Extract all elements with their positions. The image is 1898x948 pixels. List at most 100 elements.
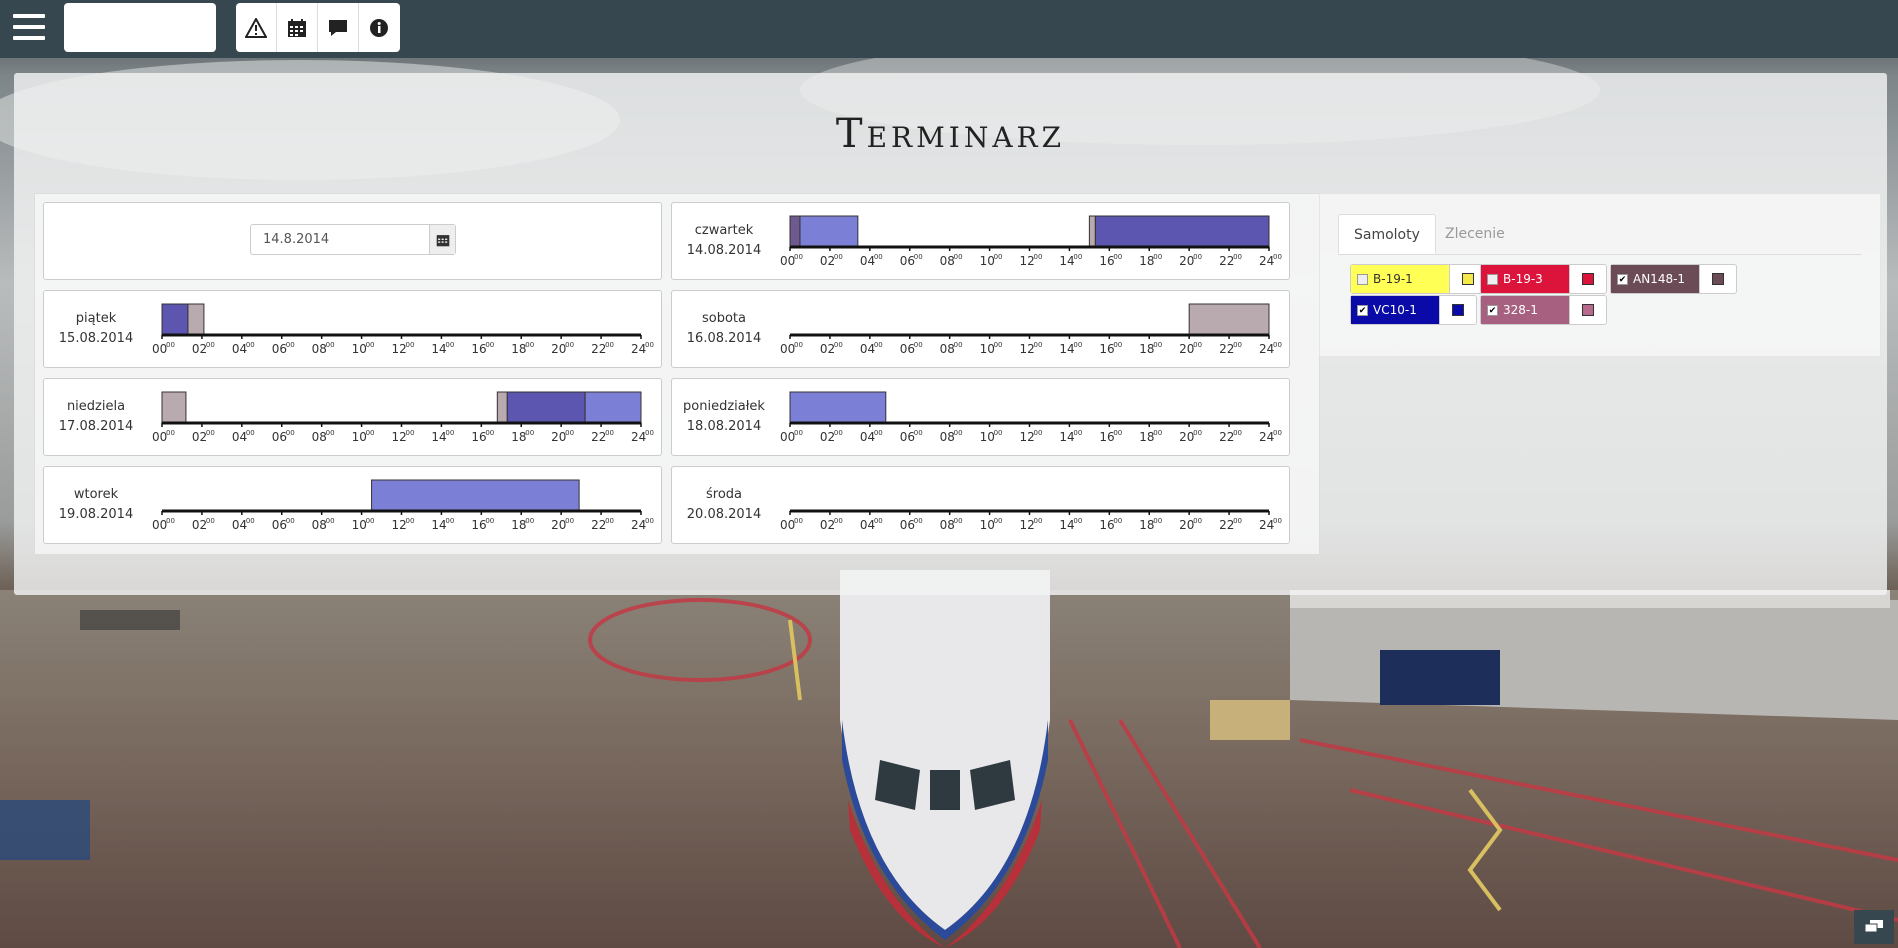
tick-label-minutes: 00 — [1193, 517, 1202, 525]
tick-label-minutes: 00 — [954, 341, 963, 349]
tick-label: 02 — [820, 254, 835, 268]
tick-label: 14 — [1059, 430, 1074, 444]
booking-bar[interactable] — [584, 391, 642, 424]
tick-label: 14 — [431, 342, 446, 356]
color-swatch — [1582, 273, 1594, 285]
day-timeline-chart: 0000 0200 0400 0600 0800 1000 1200 1400 1600 1800… — [780, 303, 1282, 356]
tick-label: 04 — [860, 518, 875, 532]
tick-label-minutes: 00 — [1113, 517, 1122, 525]
tick-label: 18 — [511, 430, 526, 444]
tick-label: 16 — [471, 342, 486, 356]
tick-label-minutes: 00 — [1113, 341, 1122, 349]
calendar-button[interactable] — [277, 3, 318, 52]
tick-label-minutes: 00 — [445, 429, 454, 437]
color-picker[interactable] — [1569, 296, 1606, 324]
tick-label-minutes: 00 — [794, 517, 803, 525]
tick-label: 20 — [1179, 430, 1194, 444]
tick-label-minutes: 00 — [605, 517, 614, 525]
tick-label: 08 — [312, 518, 327, 532]
aircraft-label[interactable]: ✔ 328-1 — [1481, 296, 1569, 324]
tick-label-minutes: 00 — [565, 341, 574, 349]
comment-button[interactable] — [318, 3, 359, 52]
tick-label-minutes: 00 — [954, 517, 963, 525]
aircraft-checkbox[interactable]: ✔ — [1487, 304, 1498, 316]
toolbar-group — [236, 3, 400, 52]
tick-label-minutes: 00 — [1073, 429, 1082, 437]
tick-label: 04 — [860, 342, 875, 356]
aircraft-checkbox[interactable]: ✔ — [1357, 304, 1368, 316]
booking-bar[interactable] — [1088, 215, 1096, 248]
aircraft-name: B-19-1 — [1373, 272, 1413, 286]
color-picker[interactable] — [1439, 296, 1476, 324]
aircraft-checkbox[interactable] — [1487, 273, 1498, 285]
tick-label-minutes: 00 — [286, 341, 295, 349]
booking-bar[interactable] — [187, 303, 205, 336]
tick-label-minutes: 00 — [565, 429, 574, 437]
aircraft-toggle[interactable]: ✔ 328-1 — [1480, 295, 1607, 325]
tab-zlecenie[interactable]: Zlecenie — [1430, 214, 1520, 254]
tick-label: 06 — [900, 342, 915, 356]
aircraft-checkbox[interactable]: ✔ — [1617, 273, 1628, 285]
tick-label-minutes: 00 — [1113, 253, 1122, 261]
booking-bar[interactable] — [161, 391, 187, 424]
tick-label-minutes: 00 — [1193, 429, 1202, 437]
tick-label: 16 — [471, 518, 486, 532]
aircraft-label[interactable]: B-19-3 — [1481, 265, 1569, 293]
warning-icon — [245, 17, 267, 38]
tick-label-minutes: 00 — [525, 517, 534, 525]
tick-label-minutes: 00 — [445, 517, 454, 525]
aircraft-name: VC10-1 — [1373, 303, 1417, 317]
info-button[interactable] — [359, 3, 399, 52]
tick-label-minutes: 00 — [1193, 253, 1202, 261]
booking-bar[interactable] — [1188, 303, 1270, 336]
menu-icon[interactable] — [13, 14, 45, 42]
tick-label-minutes: 00 — [874, 517, 883, 525]
aircraft-toggle[interactable]: B-19-1 — [1350, 264, 1487, 294]
tick-label-minutes: 00 — [994, 429, 1003, 437]
tick-label-minutes: 00 — [874, 253, 883, 261]
aircraft-checkbox[interactable] — [1357, 273, 1368, 285]
color-picker[interactable] — [1699, 265, 1736, 293]
booking-bar[interactable] — [789, 391, 887, 424]
aircraft-toggle[interactable]: ✔ VC10-1 — [1350, 295, 1477, 325]
aircraft-toggle[interactable]: ✔ AN148-1 — [1610, 264, 1737, 294]
tab-samoloty[interactable]: Samoloty — [1338, 214, 1436, 254]
warning-button[interactable] — [236, 3, 277, 52]
comments-icon — [1864, 920, 1883, 933]
chat-widget-button[interactable] — [1854, 910, 1894, 944]
tick-label: 18 — [511, 518, 526, 532]
aircraft-toggle[interactable]: B-19-3 — [1480, 264, 1607, 294]
tick-label: 20 — [1179, 342, 1194, 356]
aircraft-label[interactable]: ✔ AN148-1 — [1611, 265, 1699, 293]
tick-label: 16 — [1099, 254, 1114, 268]
aircraft-label[interactable]: B-19-1 — [1351, 265, 1449, 293]
booking-bar[interactable] — [1094, 215, 1270, 248]
color-picker[interactable] — [1569, 265, 1606, 293]
tick-label-minutes: 00 — [794, 429, 803, 437]
tick-label-minutes: 00 — [605, 429, 614, 437]
tick-label: 06 — [272, 342, 287, 356]
tick-label: 06 — [272, 518, 287, 532]
schedule-area: czwartek14.08.20140000020004000600080010… — [34, 193, 1320, 555]
tick-label-minutes: 00 — [1153, 517, 1162, 525]
booking-bar[interactable] — [789, 215, 801, 248]
booking-bar[interactable] — [161, 303, 189, 336]
tick-label: 06 — [900, 518, 915, 532]
booking-bar[interactable] — [496, 391, 508, 424]
day-timeline-chart: 0000 0200 0400 0600 0800 1000 1200 1400 1600 1800… — [780, 391, 1282, 444]
tick-label: 18 — [1139, 518, 1154, 532]
booking-bar[interactable] — [506, 391, 586, 424]
aircraft-label[interactable]: ✔ VC10-1 — [1351, 296, 1439, 324]
date-picker-button[interactable] — [429, 225, 455, 254]
tick-label: 18 — [1139, 430, 1154, 444]
tick-label: 10 — [352, 430, 367, 444]
day-card: wtorek 19.08.2014 00 00 02 00 04 00 06 00 08 00 10 00… — [43, 466, 662, 544]
booking-bar[interactable] — [799, 215, 859, 248]
tick-label: 12 — [392, 430, 407, 444]
logo-placeholder[interactable] — [64, 3, 216, 52]
tick-label-minutes: 00 — [366, 429, 375, 437]
tick-label: 08 — [940, 518, 955, 532]
tick-label: 10 — [352, 342, 367, 356]
booking-bar[interactable] — [371, 479, 580, 512]
date-input[interactable] — [251, 225, 429, 254]
